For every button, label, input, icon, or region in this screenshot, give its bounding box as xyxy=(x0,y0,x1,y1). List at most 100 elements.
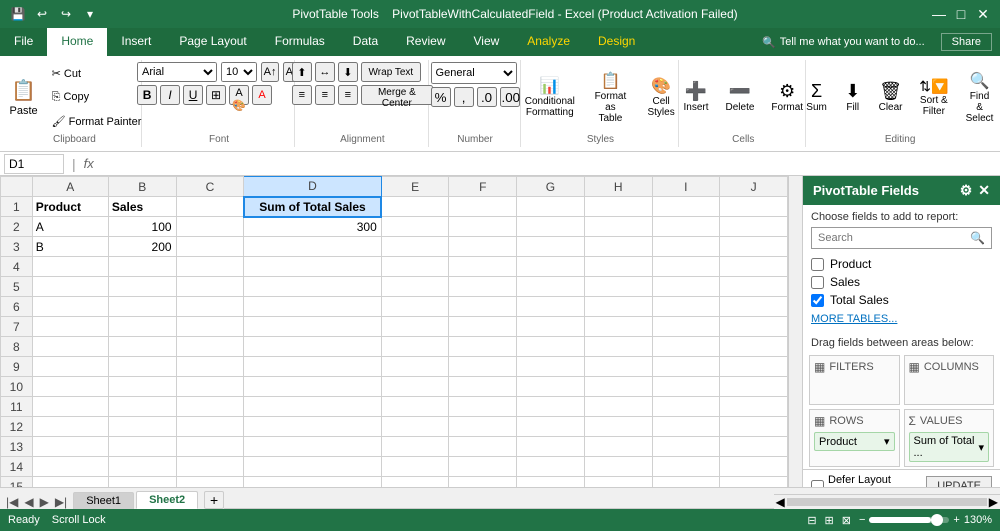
cell-11-G[interactable] xyxy=(517,397,585,417)
cell-4-F[interactable] xyxy=(449,257,517,277)
tab-insert[interactable]: Insert xyxy=(107,28,165,56)
cell-9-J[interactable] xyxy=(720,357,788,377)
rows-area-product-item[interactable]: Product ▾ xyxy=(814,432,895,451)
update-button[interactable]: UPDATE xyxy=(926,476,992,487)
cell-13-E[interactable] xyxy=(381,437,449,457)
cell-3-J[interactable] xyxy=(720,237,788,257)
cell-7-J[interactable] xyxy=(720,317,788,337)
cell-15-C[interactable] xyxy=(176,477,244,488)
cell-3-G[interactable] xyxy=(517,237,585,257)
cell-13-C[interactable] xyxy=(176,437,244,457)
copy-btn[interactable]: ⎘ Copy xyxy=(47,86,147,108)
cell-11-E[interactable] xyxy=(381,397,449,417)
cell-2-B[interactable]: 100 xyxy=(108,217,176,237)
cell-9-F[interactable] xyxy=(449,357,517,377)
cell-13-G[interactable] xyxy=(517,437,585,457)
cell-8-E[interactable] xyxy=(381,337,449,357)
cell-2-J[interactable] xyxy=(720,217,788,237)
pivot-area-values[interactable]: Σ VALUES Sum of Total ... ▾ xyxy=(904,409,995,467)
row-number[interactable]: 5 xyxy=(1,277,33,297)
cell-6-J[interactable] xyxy=(720,297,788,317)
cell-8-B[interactable] xyxy=(108,337,176,357)
minimize-btn[interactable]: — xyxy=(930,5,948,23)
cell-7-C[interactable] xyxy=(176,317,244,337)
values-area-sum-item[interactable]: Sum of Total ... ▾ xyxy=(909,432,990,462)
redo-btn[interactable]: ↪ xyxy=(56,4,76,24)
row-number[interactable]: 3 xyxy=(1,237,33,257)
cell-7-G[interactable] xyxy=(517,317,585,337)
cell-15-E[interactable] xyxy=(381,477,449,488)
pivot-field-checkbox-product[interactable] xyxy=(811,258,824,271)
cell-5-G[interactable] xyxy=(517,277,585,297)
cell-5-I[interactable] xyxy=(652,277,720,297)
cell-11-D[interactable] xyxy=(244,397,382,417)
share-button[interactable]: Share xyxy=(941,33,992,51)
row-number[interactable]: 13 xyxy=(1,437,33,457)
delete-btn[interactable]: ➖ Delete xyxy=(719,69,762,125)
cell-5-B[interactable] xyxy=(108,277,176,297)
italic-btn[interactable]: I xyxy=(160,85,180,105)
cell-15-D[interactable] xyxy=(244,477,382,488)
cell-3-I[interactable] xyxy=(652,237,720,257)
comma-btn[interactable]: , xyxy=(454,87,474,107)
cell-11-H[interactable] xyxy=(584,397,652,417)
name-box[interactable] xyxy=(4,154,64,174)
row-number[interactable]: 6 xyxy=(1,297,33,317)
pivot-field-checkbox-total sales[interactable] xyxy=(811,294,824,307)
align-bottom-btn[interactable]: ⬇ xyxy=(338,62,358,82)
row-number[interactable]: 15 xyxy=(1,477,33,488)
row-number[interactable]: 10 xyxy=(1,377,33,397)
spreadsheet[interactable]: A B C D E F G H I J 1ProductSalesSum of … xyxy=(0,176,788,487)
tab-formulas[interactable]: Formulas xyxy=(261,28,339,56)
cell-10-A[interactable] xyxy=(32,377,108,397)
cell-9-A[interactable] xyxy=(32,357,108,377)
sheet-tab-sheet2[interactable]: Sheet2 xyxy=(136,491,198,509)
increase-decimal-btn[interactable]: .0 xyxy=(477,87,497,107)
tab-design[interactable]: Design xyxy=(584,28,649,56)
zoom-slider[interactable] xyxy=(869,517,949,523)
cell-10-J[interactable] xyxy=(720,377,788,397)
tab-review[interactable]: Review xyxy=(392,28,459,56)
number-format-select[interactable]: General xyxy=(431,62,517,84)
cell-5-D[interactable] xyxy=(244,277,382,297)
cell-5-H[interactable] xyxy=(584,277,652,297)
cell-1-G[interactable] xyxy=(517,197,585,217)
cell-5-C[interactable] xyxy=(176,277,244,297)
cell-6-I[interactable] xyxy=(652,297,720,317)
cell-2-E[interactable] xyxy=(381,217,449,237)
pivot-search-input[interactable] xyxy=(818,232,970,244)
format-as-table-btn[interactable]: 📋 Format asTable xyxy=(583,69,638,125)
cell-1-F[interactable] xyxy=(449,197,517,217)
cell-7-A[interactable] xyxy=(32,317,108,337)
cell-2-D[interactable]: 300 xyxy=(244,217,382,237)
conditional-formatting-btn[interactable]: 📊 ConditionalFormatting xyxy=(520,69,580,125)
pivot-field-checkbox-sales[interactable] xyxy=(811,276,824,289)
increase-font-btn[interactable]: A↑ xyxy=(261,62,279,82)
percent-btn[interactable]: % xyxy=(431,87,451,107)
cell-12-G[interactable] xyxy=(517,417,585,437)
sheet-scroll-prev[interactable]: ◀ xyxy=(22,495,35,509)
cell-12-B[interactable] xyxy=(108,417,176,437)
zoom-thumb[interactable] xyxy=(931,514,943,526)
cell-6-C[interactable] xyxy=(176,297,244,317)
defer-checkbox[interactable] xyxy=(811,480,824,488)
cell-6-D[interactable] xyxy=(244,297,382,317)
pivot-close-icon[interactable]: ✕ xyxy=(978,182,990,199)
cell-12-F[interactable] xyxy=(449,417,517,437)
cell-6-B[interactable] xyxy=(108,297,176,317)
cell-15-A[interactable] xyxy=(32,477,108,488)
sheet-scroll-next[interactable]: ▶ xyxy=(38,495,51,509)
cell-7-H[interactable] xyxy=(584,317,652,337)
cell-1-H[interactable] xyxy=(584,197,652,217)
cell-5-J[interactable] xyxy=(720,277,788,297)
cell-12-J[interactable] xyxy=(720,417,788,437)
cell-13-I[interactable] xyxy=(652,437,720,457)
font-size-select[interactable]: 10 xyxy=(221,62,257,82)
align-center-btn[interactable]: ≡ xyxy=(315,85,335,105)
cell-9-I[interactable] xyxy=(652,357,720,377)
cell-12-D[interactable] xyxy=(244,417,382,437)
cell-6-A[interactable] xyxy=(32,297,108,317)
cell-2-I[interactable] xyxy=(652,217,720,237)
cell-3-C[interactable] xyxy=(176,237,244,257)
cell-8-D[interactable] xyxy=(244,337,382,357)
